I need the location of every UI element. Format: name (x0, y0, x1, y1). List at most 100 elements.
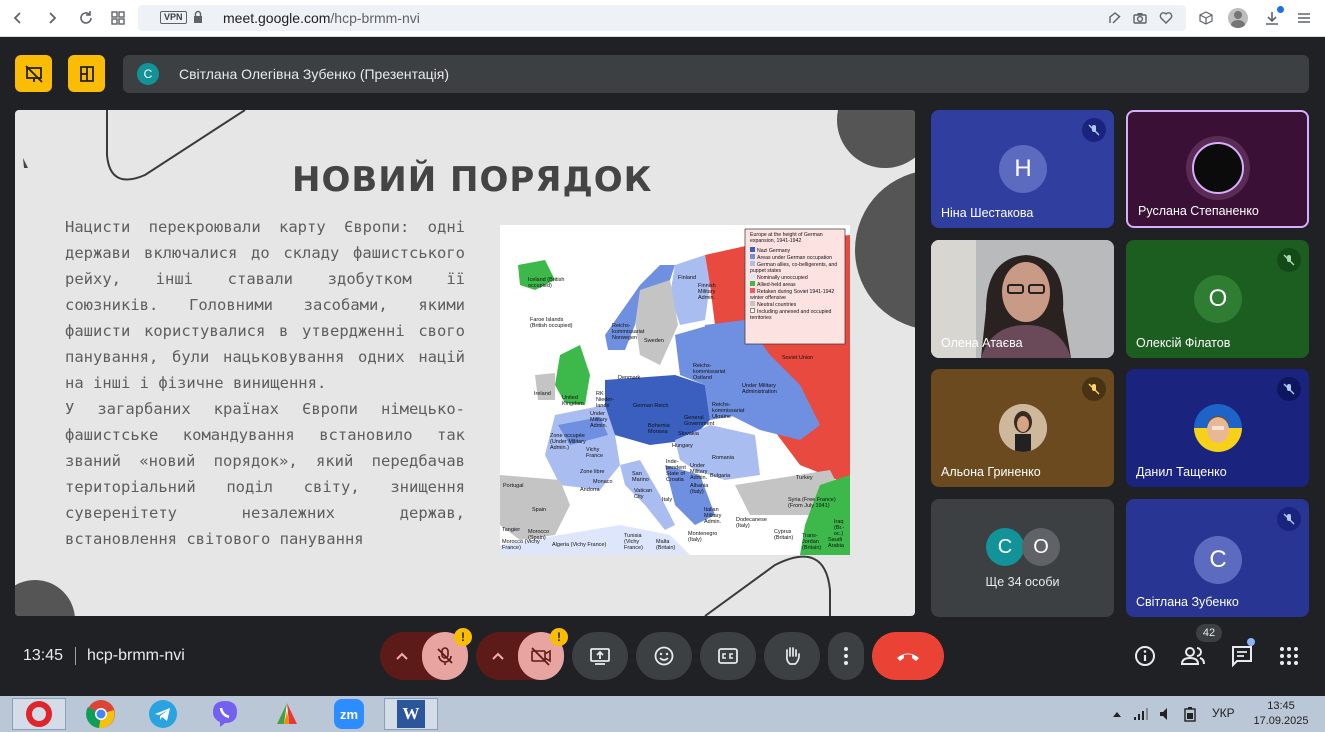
camera-control-group: ! (476, 628, 568, 680)
participant-tile[interactable]: С Світлана Зубенко (1126, 499, 1309, 617)
map-label: United Kingdom (562, 395, 584, 407)
present-button[interactable] (572, 632, 628, 680)
presentation-off-icon (24, 64, 43, 83)
map-label: Vichy France (586, 447, 604, 459)
back-icon[interactable] (8, 8, 28, 28)
more-options-button[interactable] (828, 632, 864, 680)
word-icon: W (397, 700, 425, 728)
slide-paragraph-1: Нацисти перекроювали карту Європи: одні … (65, 218, 465, 392)
map-label: Tunisia (Vichy France) (624, 533, 643, 551)
emoji-icon (654, 646, 674, 666)
participant-tile[interactable]: Данил Тащенко (1126, 369, 1309, 487)
map-label: Montenegro (Italy) (688, 531, 718, 543)
notification-dot (1247, 638, 1255, 646)
taskbar-opera[interactable] (12, 698, 66, 730)
meeting-time: 13:45 (23, 647, 64, 664)
camera-icon[interactable] (1133, 11, 1147, 25)
map-label: Hungary (672, 443, 693, 449)
participant-tile[interactable]: Альона Гриненко (931, 369, 1114, 487)
activities-button[interactable] (1279, 646, 1299, 666)
share-icon[interactable] (1108, 11, 1122, 25)
people-button[interactable]: 42 (1180, 624, 1222, 668)
colorful-app-icon (277, 703, 297, 724)
battery-icon[interactable] (1182, 706, 1198, 722)
cube-icon[interactable] (1196, 8, 1216, 28)
telegram-icon (149, 700, 177, 728)
map-label: Inde-pendent State of Croatia (666, 459, 686, 483)
volume-icon[interactable] (1159, 707, 1173, 721)
hide-presentation-button[interactable] (15, 55, 52, 92)
menu-icon[interactable] (1294, 8, 1314, 28)
participant-avatar (1194, 404, 1242, 452)
leave-call-button[interactable] (872, 632, 944, 680)
profile-avatar-icon[interactable] (1228, 8, 1248, 28)
participant-avatar: О (1022, 528, 1060, 566)
heart-icon[interactable] (1159, 11, 1173, 25)
map-label: Under Military Admin. (590, 411, 608, 429)
chat-button[interactable] (1230, 638, 1255, 668)
map-label: Saudi Arabia (828, 537, 844, 549)
map-label: Spain (532, 507, 547, 513)
map-label: Soviet Union (782, 355, 814, 361)
taskbar-word[interactable]: W (384, 698, 438, 730)
apps-grid-icon (1280, 647, 1298, 665)
map-label: Iceland (British occupied) (528, 277, 565, 289)
taskbar-zoom[interactable]: zm (322, 698, 376, 730)
participant-avatar (1192, 142, 1244, 194)
meeting-info-button[interactable] (1133, 644, 1157, 668)
signal-icon[interactable] (1133, 707, 1149, 721)
forward-icon[interactable] (42, 8, 62, 28)
chevron-up-icon (396, 652, 408, 660)
map-label: RK Nieder-lande (596, 391, 615, 409)
audio-options-button[interactable] (380, 632, 424, 680)
camera-toggle-button[interactable]: ! (518, 628, 568, 680)
download-icon[interactable] (1262, 6, 1284, 28)
raise-hand-button[interactable] (764, 632, 820, 680)
map-label: Syria (Free France) (From July 1941) (788, 497, 836, 509)
more-participants-label: Ще 34 особи (985, 575, 1060, 589)
layout-button[interactable] (68, 55, 105, 92)
taskbar-clock[interactable]: 13:45 17.09.2025 (1250, 699, 1312, 729)
participant-tile-active-speaker[interactable]: Руслана Степаненко (1126, 110, 1309, 228)
map-label: Algeria (Vichy France) (552, 542, 607, 548)
map-label: Turkey (796, 475, 813, 481)
tabs-grid-icon[interactable] (108, 8, 128, 28)
reload-icon[interactable] (76, 8, 96, 28)
participant-avatar: С (986, 528, 1024, 566)
warning-icon: ! (454, 628, 472, 646)
reactions-button[interactable] (636, 632, 692, 680)
participant-avatar: Н (999, 145, 1047, 193)
map-label: General Government (684, 415, 715, 427)
participant-tile[interactable]: О Олексій Філатов (1126, 240, 1309, 358)
captions-button[interactable] (700, 632, 756, 680)
chevron-up-icon (492, 652, 504, 660)
video-options-button[interactable] (476, 632, 520, 680)
participant-video-tile[interactable]: Олена Атаєва (931, 240, 1114, 358)
chat-icon (1232, 646, 1252, 668)
more-participants-tile[interactable]: С О Ще 34 особи (931, 499, 1114, 617)
mic-off-icon (437, 647, 453, 665)
taskbar-viber[interactable] (198, 698, 252, 730)
taskbar-telegram[interactable] (136, 698, 190, 730)
map-label: Denmark (618, 375, 641, 381)
participant-tile[interactable]: Н Ніна Шестакова (931, 110, 1114, 228)
map-label: Andorra (580, 487, 600, 493)
participant-name: Данил Тащенко (1136, 465, 1227, 479)
map-label: Bohemia Moravia (648, 423, 670, 435)
mic-toggle-button[interactable]: ! (422, 628, 472, 680)
vpn-badge[interactable]: VPN (160, 11, 187, 24)
tray-expand-icon[interactable] (1112, 710, 1122, 718)
map-label: Malta (Britain) (656, 539, 676, 551)
participant-avatar: О (1194, 275, 1242, 323)
presenter-label: Світлана Олегівна Зубенко (Презентація) (179, 66, 450, 82)
map-label: Finland (678, 275, 697, 281)
url-host: meet.google.com (223, 10, 331, 26)
clock-date: 17.09.2025 (1253, 715, 1309, 727)
taskbar-app[interactable] (260, 698, 314, 730)
url-text: meet.google.com/hcp-brmm-nvi (223, 10, 420, 26)
slide-title: НОВИЙ ПОРЯДОК (292, 160, 653, 200)
taskbar-chrome[interactable] (74, 698, 128, 730)
map-label: Bulgaria (710, 473, 731, 479)
address-bar[interactable]: VPN meet.google.com/hcp-brmm-nvi (138, 5, 1186, 31)
language-indicator[interactable]: УКР (1212, 706, 1235, 720)
